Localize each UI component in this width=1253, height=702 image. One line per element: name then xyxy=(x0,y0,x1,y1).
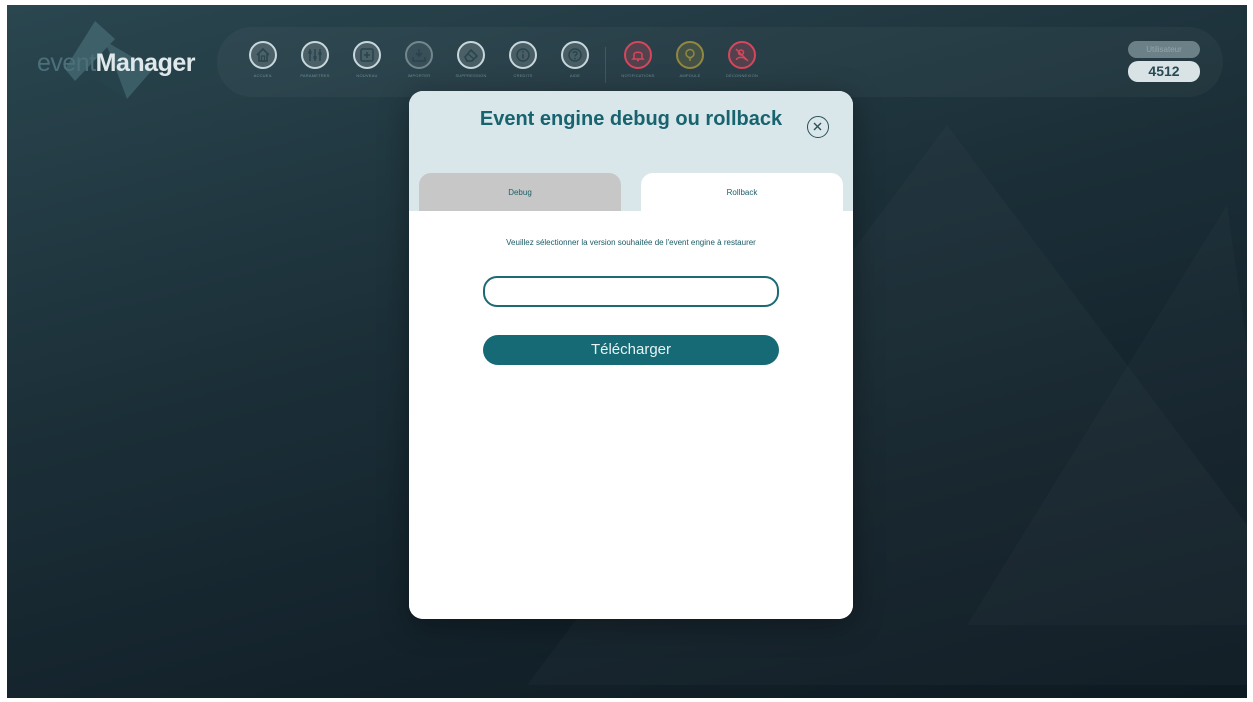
info-icon xyxy=(509,41,537,69)
modal-header: Event engine debug ou rollback Debug Rol… xyxy=(409,91,853,211)
home-icon xyxy=(249,41,277,69)
event-count-badge: 4512 xyxy=(1128,61,1200,82)
lightbulb-icon xyxy=(676,41,704,69)
toolbar-separator xyxy=(605,47,606,83)
import-icon xyxy=(405,41,433,69)
help-icon xyxy=(561,41,589,69)
toolbar-import-button[interactable]: IMPORTER xyxy=(395,41,443,91)
rollback-modal: Event engine debug ou rollback Debug Rol… xyxy=(409,91,853,619)
modal-title: Event engine debug ou rollback xyxy=(479,108,783,130)
close-icon xyxy=(813,122,822,131)
toolbar-notifications-button[interactable]: NOTIFICATIONS xyxy=(614,41,662,91)
logo-text: eventManager xyxy=(37,49,195,77)
toolbar-new-button[interactable]: NOUVEAU xyxy=(343,41,391,91)
toolbar-delete-button[interactable]: SUPPRESSION xyxy=(447,41,495,91)
event-manager-logo[interactable]: eventManager xyxy=(25,19,215,99)
close-button[interactable] xyxy=(807,116,829,138)
main-toolbar: ACCUEIL PARAMETRES NOUVEAU IMPORTER SUPP… xyxy=(217,27,1223,97)
toolbar-home-button[interactable]: ACCUEIL xyxy=(239,41,287,91)
tab-debug[interactable]: Debug xyxy=(419,173,621,211)
tab-rollback[interactable]: Rollback xyxy=(641,173,843,211)
download-button[interactable]: Télécharger xyxy=(483,335,779,365)
version-select-input[interactable] xyxy=(483,276,779,307)
plus-square-icon xyxy=(353,41,381,69)
eraser-icon xyxy=(457,41,485,69)
user-off-icon xyxy=(728,41,756,69)
toolbar-lightbulb-button[interactable]: AMPOULE xyxy=(666,41,714,91)
toolbar-logout-button[interactable]: DÉCONNEXION xyxy=(718,41,766,91)
toolbar-credits-button[interactable]: CREDITS xyxy=(499,41,547,91)
rollback-panel: Veuillez sélectionner la version souhait… xyxy=(409,211,853,619)
instruction-text: Veuillez sélectionner la version souhait… xyxy=(506,238,756,247)
user-name-badge[interactable]: Utilisateur xyxy=(1128,41,1200,58)
toolbar-settings-button[interactable]: PARAMETRES xyxy=(291,41,339,91)
sliders-icon xyxy=(301,41,329,69)
toolbar-help-button[interactable]: AIDE xyxy=(551,41,599,91)
bell-icon xyxy=(624,41,652,69)
